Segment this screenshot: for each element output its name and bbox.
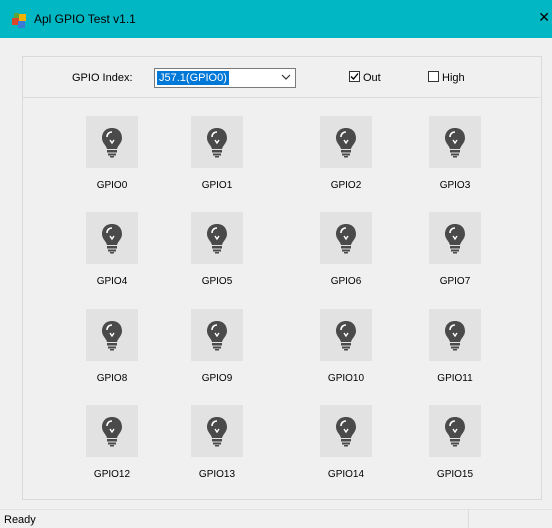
gpio-label-6: GPIO6 (330, 276, 362, 287)
lightbulb-icon (102, 224, 122, 254)
gpio-index-value: J57.1(GPIO0) (157, 71, 229, 85)
gpio-label-15: GPIO15 (436, 469, 474, 480)
gpio-index-dropdown[interactable]: J57.1(GPIO0) (154, 68, 296, 88)
close-icon[interactable]: ✕ (538, 9, 550, 26)
out-checkbox[interactable] (349, 71, 360, 82)
gpio-button-14[interactable] (320, 405, 372, 457)
gpio-button-11[interactable] (429, 309, 481, 361)
status-bar: Ready (0, 509, 552, 528)
gpio-label-11: GPIO11 (437, 373, 473, 384)
high-checkbox[interactable] (428, 71, 439, 82)
gpio-button-3[interactable] (429, 116, 481, 168)
header-separator (22, 97, 540, 98)
gpio-label-13: GPIO13 (198, 469, 236, 480)
lightbulb-icon (336, 128, 356, 158)
gpio-label-14: GPIO14 (327, 469, 365, 480)
lightbulb-icon (207, 224, 227, 254)
lightbulb-icon (336, 417, 356, 447)
gpio-button-0[interactable] (86, 116, 138, 168)
gpio-index-label: GPIO Index: (72, 72, 133, 84)
lightbulb-icon (445, 417, 465, 447)
gpio-label-7: GPIO7 (439, 276, 471, 287)
lightbulb-icon (445, 321, 465, 351)
gpio-button-1[interactable] (191, 116, 243, 168)
gpio-button-7[interactable] (429, 212, 481, 264)
gpio-button-15[interactable] (429, 405, 481, 457)
lightbulb-icon (207, 321, 227, 351)
window-title: Apl GPIO Test v1.1 (34, 12, 136, 26)
gpio-label-12: GPIO12 (93, 469, 131, 480)
gpio-label-0: GPIO0 (96, 180, 128, 191)
lightbulb-icon (207, 128, 227, 158)
app-icon (12, 13, 26, 28)
gpio-label-1: GPIO1 (201, 180, 233, 191)
lightbulb-icon (207, 417, 227, 447)
lightbulb-icon (336, 224, 356, 254)
status-text: Ready (4, 514, 36, 526)
gpio-button-5[interactable] (191, 212, 243, 264)
checkmark-icon (350, 73, 359, 80)
status-divider (468, 510, 469, 528)
lightbulb-icon (336, 321, 356, 351)
gpio-button-9[interactable] (191, 309, 243, 361)
gpio-label-9: GPIO9 (201, 373, 233, 384)
gpio-button-2[interactable] (320, 116, 372, 168)
lightbulb-icon (445, 224, 465, 254)
gpio-button-8[interactable] (86, 309, 138, 361)
lightbulb-icon (102, 417, 122, 447)
gpio-button-13[interactable] (191, 405, 243, 457)
gpio-button-4[interactable] (86, 212, 138, 264)
lightbulb-icon (445, 128, 465, 158)
gpio-label-4: GPIO4 (96, 276, 128, 287)
gpio-label-10: GPIO10 (327, 373, 365, 384)
gpio-label-3: GPIO3 (439, 180, 471, 191)
gpio-button-6[interactable] (320, 212, 372, 264)
title-bar[interactable]: Apl GPIO Test v1.1 ✕ (0, 0, 552, 38)
gpio-label-2: GPIO2 (330, 180, 362, 191)
lightbulb-icon (102, 128, 122, 158)
chevron-down-icon (281, 74, 291, 80)
gpio-button-10[interactable] (320, 309, 372, 361)
lightbulb-icon (102, 321, 122, 351)
gpio-button-12[interactable] (86, 405, 138, 457)
gpio-label-8: GPIO8 (96, 373, 128, 384)
high-label: High (442, 72, 465, 84)
out-label: Out (363, 72, 381, 84)
gpio-label-5: GPIO5 (201, 276, 233, 287)
